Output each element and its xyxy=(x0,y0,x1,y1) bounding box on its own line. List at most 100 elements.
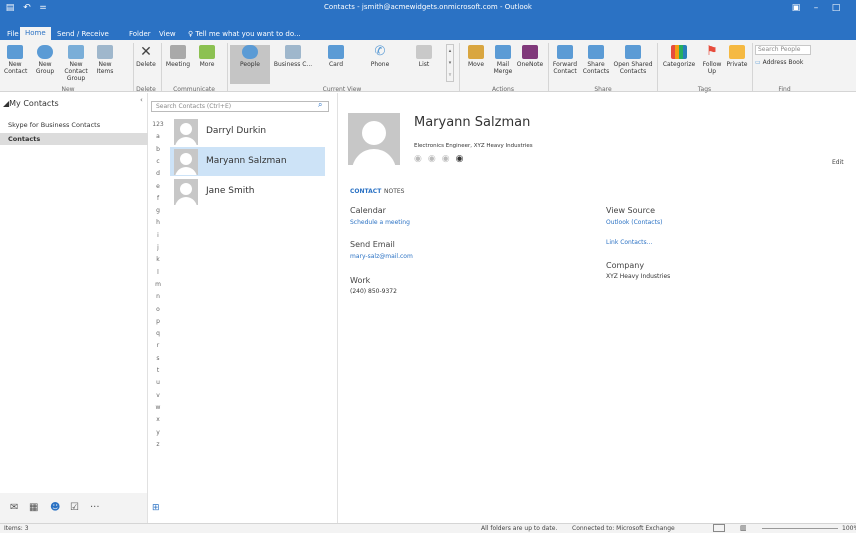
alphabet-letter[interactable]: e xyxy=(152,183,164,194)
calendar-nav-icon[interactable]: ▦ xyxy=(29,502,38,513)
alphabet-letter[interactable]: w xyxy=(152,404,164,415)
nav-item-contacts[interactable]: Contacts xyxy=(0,133,148,145)
alphabet-letter[interactable]: g xyxy=(152,207,164,218)
im-icon[interactable]: ◉ xyxy=(414,154,428,164)
mail-icon[interactable]: ✉ xyxy=(10,502,18,513)
mail-merge-button[interactable]: Mail Merge xyxy=(491,43,515,83)
email-icon[interactable]: ◉ xyxy=(456,154,470,164)
alphabet-letter[interactable]: p xyxy=(152,318,164,329)
schedule-meeting-link[interactable]: Schedule a meeting xyxy=(350,219,410,226)
alphabet-letter[interactable]: h xyxy=(152,219,164,230)
share-contacts-button[interactable]: Share Contacts xyxy=(582,43,610,83)
more-nav-icon[interactable]: ··· xyxy=(90,502,100,513)
link-contacts-link[interactable]: Link Contacts... xyxy=(606,239,652,246)
people-label: People xyxy=(240,61,260,68)
alphabet-letter[interactable]: 123 xyxy=(152,121,164,132)
tab-notes[interactable]: NOTES xyxy=(384,188,404,195)
search-icon[interactable]: ⌕ xyxy=(318,100,322,110)
delete-button[interactable]: ✕ Delete xyxy=(136,43,156,83)
alphabet-letter[interactable]: t xyxy=(152,367,164,378)
alphabet-letter[interactable]: m xyxy=(152,281,164,292)
status-bar: Items: 3 All folders are up to date. Con… xyxy=(0,523,856,533)
address-book-button[interactable]: ▭ Address Book xyxy=(755,58,815,68)
new-contact-button[interactable]: New Contact xyxy=(4,43,27,83)
alphabet-letter[interactable]: i xyxy=(152,232,164,243)
nav-item-skype-contacts[interactable]: Skype for Business Contacts xyxy=(0,119,148,131)
ribbon-display-icon[interactable]: ▣ xyxy=(789,2,803,14)
mail-merge-icon xyxy=(495,45,511,59)
contact-list-pane: Search Contacts (Ctrl+E) ⌕ Darryl Durkin… xyxy=(148,93,338,523)
view-business-card-button[interactable]: Business C... xyxy=(273,43,313,83)
search-people-input[interactable]: Search People xyxy=(755,45,811,55)
alphabet-letter[interactable]: s xyxy=(152,355,164,366)
collapse-pane-icon[interactable]: ‹ xyxy=(140,96,143,104)
contact-card-jane[interactable]: Jane Smith xyxy=(170,177,325,206)
new-items-button[interactable]: New Items xyxy=(93,43,117,83)
tab-view[interactable]: View xyxy=(154,28,181,40)
folder-pane: ‹ ◢My Contacts Skype for Business Contac… xyxy=(0,93,148,493)
items-count: Items: 3 xyxy=(4,525,29,532)
maximize-icon[interactable]: □ xyxy=(829,2,843,14)
alphabet-letter[interactable]: z xyxy=(152,441,164,452)
person-icon xyxy=(242,45,258,59)
alphabet-letter[interactable]: x xyxy=(152,416,164,427)
contact-card-darryl[interactable]: Darryl Durkin xyxy=(170,117,325,146)
tasks-nav-icon[interactable]: ☑ xyxy=(70,502,79,513)
alphabet-letter[interactable]: c xyxy=(152,158,164,169)
tab-contact[interactable]: CONTACT xyxy=(350,188,381,195)
view-list-button[interactable]: List xyxy=(405,43,443,83)
alphabet-letter[interactable]: d xyxy=(152,170,164,181)
forward-contact-button[interactable]: Forward Contact xyxy=(550,43,580,83)
alphabet-letter[interactable]: v xyxy=(152,392,164,403)
people-nav-icon[interactable]: ☻ xyxy=(50,502,60,513)
alphabet-letter[interactable]: u xyxy=(152,379,164,390)
contact-card-maryann[interactable]: Maryann Salzman xyxy=(170,147,325,176)
search-contacts-input[interactable]: Search Contacts (Ctrl+E) xyxy=(151,101,329,112)
alphabet-letter[interactable]: f xyxy=(152,195,164,206)
tab-send-receive[interactable]: Send / Receive xyxy=(52,28,114,40)
alphabet-letter[interactable]: a xyxy=(152,133,164,144)
meeting-button[interactable]: Meeting xyxy=(164,43,192,83)
alphabet-letter[interactable]: q xyxy=(152,330,164,341)
view-phone-button[interactable]: ✆ Phone xyxy=(360,43,400,83)
view-card-button[interactable]: Card xyxy=(318,43,354,83)
new-group-button[interactable]: New Group xyxy=(34,43,56,83)
more-button[interactable]: More xyxy=(195,43,219,83)
tab-folder[interactable]: Folder xyxy=(124,28,156,40)
group-label-find: Find xyxy=(778,86,791,93)
group-label-tags: Tags xyxy=(697,86,712,93)
alphabet-letter[interactable]: y xyxy=(152,429,164,440)
view-source-link[interactable]: Outlook (Contacts) xyxy=(606,219,662,226)
follow-up-button[interactable]: ⚑ Follow Up xyxy=(700,43,724,83)
onenote-button[interactable]: OneNote xyxy=(516,43,544,83)
new-contact-group-button[interactable]: New Contact Group xyxy=(62,43,90,83)
normal-view-icon[interactable] xyxy=(713,524,725,532)
alphabet-letter[interactable]: n xyxy=(152,293,164,304)
my-contacts-header[interactable]: ◢My Contacts xyxy=(3,99,59,108)
private-button[interactable]: Private xyxy=(725,43,749,83)
reading-view-icon[interactable]: ▥ xyxy=(740,524,747,533)
add-contact-icon[interactable]: ⊞ xyxy=(152,503,160,513)
alphabet-letter[interactable]: j xyxy=(152,244,164,255)
sync-status: All folders are up to date. xyxy=(481,525,558,532)
alphabet-letter[interactable]: r xyxy=(152,342,164,353)
alphabet-letter[interactable]: b xyxy=(152,146,164,157)
alphabet-letter[interactable]: k xyxy=(152,256,164,267)
tab-home[interactable]: Home xyxy=(20,27,51,40)
categorize-button[interactable]: Categorize xyxy=(660,43,698,83)
contact-action-icons: ◉◉◉◉ xyxy=(414,154,469,164)
call-icon[interactable]: ◉ xyxy=(428,154,442,164)
email-link[interactable]: mary-salz@mail.com xyxy=(350,253,413,260)
view-gallery-scroll[interactable]: ▴ ▾ ▿ xyxy=(446,44,454,82)
alphabet-letter[interactable]: o xyxy=(152,306,164,317)
edit-button[interactable]: Edit xyxy=(832,159,844,166)
zoom-slider[interactable] xyxy=(762,528,838,529)
open-shared-contacts-button[interactable]: Open Shared Contacts xyxy=(613,43,653,83)
minimize-icon[interactable]: – xyxy=(809,2,823,14)
tell-me-search[interactable]: ♀ Tell me what you want to do... xyxy=(183,28,306,40)
view-people-button[interactable]: People xyxy=(232,43,268,83)
forward-contact-label: Forward Contact xyxy=(552,61,578,75)
move-button[interactable]: Move xyxy=(463,43,489,83)
video-icon[interactable]: ◉ xyxy=(442,154,456,164)
alphabet-letter[interactable]: l xyxy=(152,269,164,280)
